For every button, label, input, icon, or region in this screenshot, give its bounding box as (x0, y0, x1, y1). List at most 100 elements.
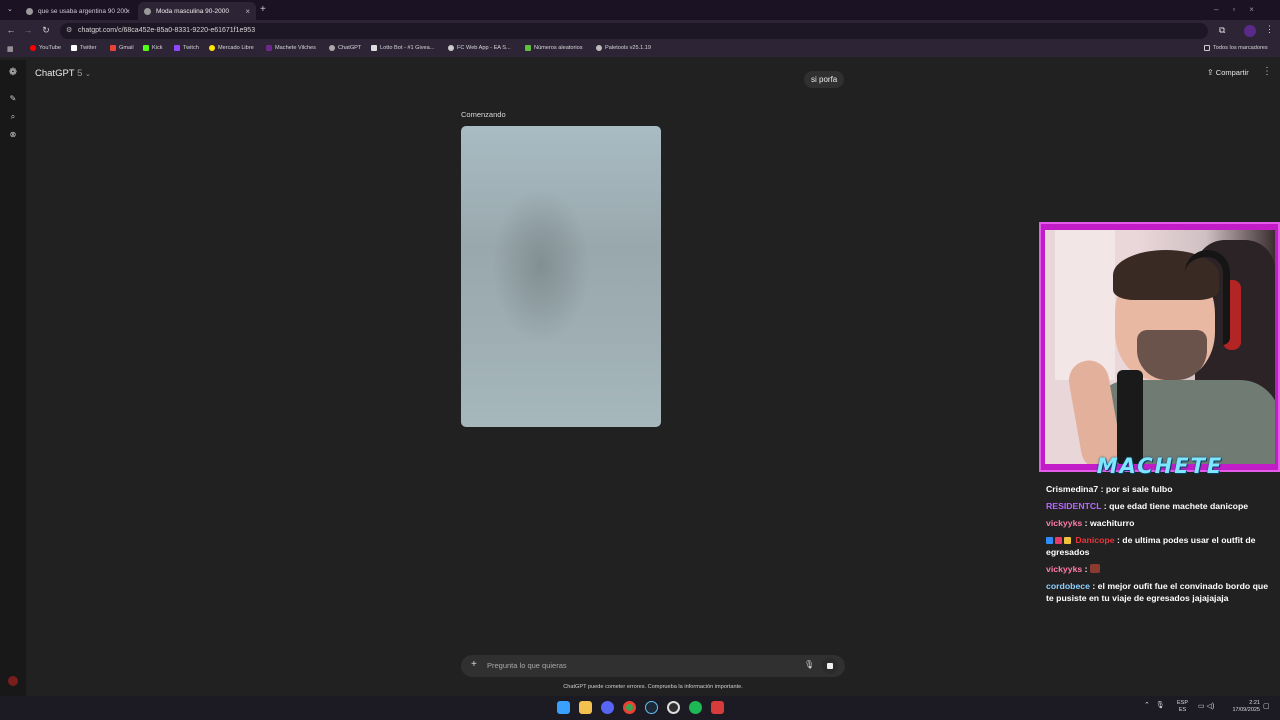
emote-icon (1089, 563, 1100, 573)
tab-item-active[interactable]: Moda masculina 90-2000 × (138, 2, 256, 20)
back-button[interactable]: ← (5, 25, 17, 35)
language-indicator[interactable]: ESP ES (1177, 700, 1188, 714)
message-composer[interactable]: + Pregunta lo que quieras 🎙 (461, 655, 845, 677)
chat-message: vickyyks : (1042, 560, 1276, 577)
chat-message: Danicope : de ultima podes usar el outfi… (1046, 534, 1256, 557)
chat-message: Crismedina7 : por si sale fulbo (1046, 483, 1173, 494)
bookmark-youtube[interactable]: YouTube (30, 45, 61, 51)
microphone-tray-icon[interactable]: 🎙 (1156, 702, 1165, 709)
time-text: 2:21 (1249, 700, 1260, 706)
extensions-icon[interactable]: ⧉ (1219, 25, 1225, 36)
bookmark-twitter[interactable]: Twitter (71, 45, 96, 51)
microphone-icon[interactable]: 🎙 (804, 660, 814, 669)
user-avatar[interactable] (8, 676, 18, 686)
notifications-icon[interactable]: ▢ (1263, 702, 1270, 710)
webcam-feed (1045, 230, 1275, 464)
chat-message: vickyyks : wachiturro (1046, 517, 1135, 528)
chat-message: cordobece : el mejor oufit fue el convin… (1046, 580, 1269, 603)
calendar-app-icon[interactable] (711, 701, 724, 714)
tab-search-icon[interactable]: ⌄ (7, 5, 13, 13)
tab-close-icon[interactable]: × (125, 7, 130, 16)
paletools-icon (596, 45, 602, 51)
steam-icon[interactable] (645, 701, 658, 714)
dice-icon (525, 45, 531, 51)
spotify-icon[interactable] (689, 701, 702, 714)
tab-title: Moda masculina 90-2000 (156, 7, 229, 15)
model-selector[interactable]: ChatGPT 5 ⌄ (35, 68, 91, 79)
add-attachment-icon[interactable]: + (471, 659, 477, 670)
system-tray[interactable]: ⌃ 🎙 (1144, 701, 1165, 709)
generating-image-preview (461, 126, 661, 427)
address-bar[interactable]: ⚙ chatgpt.com/c/68ca452e-85a0-8331-9220-… (60, 23, 1208, 39)
chat-message: RESIDENTCL : que edad tiene machete dani… (1046, 500, 1249, 511)
stream-chat: Crismedina7 : por si sale fulbo RESIDENT… (1042, 480, 1276, 606)
youtube-icon (30, 45, 36, 51)
discord-icon[interactable] (601, 701, 614, 714)
tab-item[interactable]: que se usaba argentina 90 200 × (20, 2, 136, 20)
bookmark-fc-web-app[interactable]: FC Web App - EA S... (448, 45, 511, 51)
image-generation-status: Comenzando (461, 110, 506, 119)
site-info-icon[interactable]: ⚙ (66, 23, 72, 39)
browser-menu-icon[interactable]: ⋮ (1265, 24, 1274, 35)
windows-taskbar (0, 696, 1280, 720)
chevron-up-icon[interactable]: ⌃ (1144, 702, 1150, 709)
share-button[interactable]: ⇪ Compartir (1207, 68, 1249, 77)
new-chat-icon[interactable]: ✎ (8, 94, 18, 104)
library-icon[interactable]: ⊗ (8, 130, 18, 140)
browser-tab-strip: ⌄ que se usaba argentina 90 200 × Moda m… (0, 0, 1280, 20)
bookmark-kick[interactable]: Kick (143, 45, 163, 51)
date-text: 17/09/2025 (1232, 707, 1260, 713)
chat-text: por si sale fulbo (1105, 483, 1173, 494)
openai-logo-icon[interactable]: ❁ (8, 68, 18, 78)
share-label: Compartir (1215, 68, 1249, 77)
chat-username: vickyyks (1046, 563, 1083, 574)
all-bookmarks-folder[interactable]: Todos los marcadores (1204, 45, 1268, 51)
bookmark-mercadolibre[interactable]: Mercado Libre (209, 45, 254, 51)
taskbar-clock[interactable]: 2:21 17/09/2025 (1226, 700, 1260, 714)
file-explorer-icon[interactable] (579, 701, 592, 714)
tab-title: que se usaba argentina 90 200 (38, 7, 128, 15)
gem-badge-icon (1055, 536, 1062, 544)
search-icon[interactable]: ⌕ (8, 112, 18, 122)
obs-icon[interactable] (667, 701, 680, 714)
bookmark-numeros-aleatorios[interactable]: Números aleatorios (525, 45, 583, 51)
url-text: chatgpt.com/c/68ca452e-85a0-8331-9220-e6… (78, 27, 256, 34)
verified-badge-icon (1046, 536, 1053, 544)
channel-icon (266, 45, 272, 51)
windows-start-icon[interactable] (557, 701, 570, 714)
chatgpt-favicon-icon (26, 7, 33, 15)
window-controls[interactable]: –▫× (1214, 5, 1268, 14)
chat-text: que edad tiene machete danicope (1109, 500, 1249, 511)
reload-button[interactable]: ↻ (40, 25, 52, 36)
more-options-icon[interactable]: ⋮ (1262, 66, 1272, 77)
share-icon: ⇪ (1207, 68, 1214, 77)
chrome-icon[interactable] (623, 701, 636, 714)
ea-icon (448, 45, 454, 51)
tab-close-icon[interactable]: × (245, 7, 250, 16)
mercadolibre-icon (209, 45, 215, 51)
grid-icon (371, 45, 377, 51)
bookmark-twitch[interactable]: Twitch (174, 45, 199, 51)
bookmark-paletools[interactable]: Paletools v25.1.19 (596, 45, 651, 51)
composer-placeholder[interactable]: Pregunta lo que quieras (487, 661, 567, 670)
chat-username: vickyyks (1046, 517, 1083, 528)
swords-badge-icon (1064, 536, 1071, 544)
stop-icon (827, 663, 833, 669)
forward-button[interactable]: → (22, 25, 34, 35)
user-message-bubble: si porfa (804, 71, 845, 88)
model-version: 5 (77, 68, 83, 79)
x-icon (71, 45, 77, 51)
streamer-name-banner: MACHETE (1096, 454, 1224, 478)
bookmarks-bar: ▦ YouTube Twitter Gmail Kick Twitch Merc… (0, 42, 1280, 57)
apps-grid-icon[interactable]: ▦ (7, 45, 14, 53)
bookmark-lotto-bot[interactable]: Lotto Bot - #1 Givea... (371, 45, 434, 51)
network-volume-icons[interactable]: ▭ ◁) (1198, 702, 1214, 710)
bookmark-chatgpt[interactable]: ChatGPT (329, 45, 361, 51)
bookmark-machete-vilches[interactable]: Machete Vilches (266, 45, 316, 51)
kick-icon (143, 45, 149, 51)
stop-generating-button[interactable] (822, 658, 838, 674)
profile-avatar[interactable] (1244, 25, 1256, 37)
chevron-down-icon: ⌄ (85, 71, 91, 78)
bookmark-gmail[interactable]: Gmail (110, 45, 134, 51)
new-tab-button[interactable]: + (260, 4, 266, 15)
